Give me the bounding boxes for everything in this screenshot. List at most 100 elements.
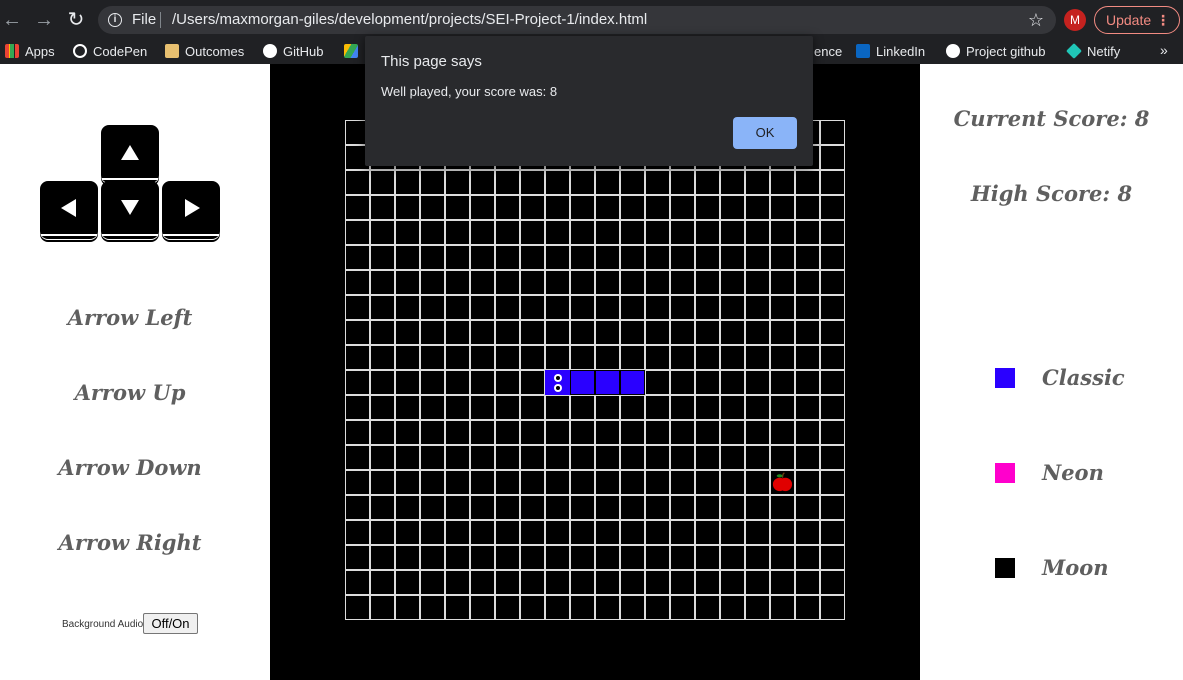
grid-cell: [695, 595, 720, 620]
bookmark-github[interactable]: GitHub: [263, 44, 323, 60]
grid-cell: [470, 520, 495, 545]
grid-cell: [370, 595, 395, 620]
grid-cell: [720, 170, 745, 195]
grid-cell: [720, 470, 745, 495]
theme-classic-label[interactable]: Classic: [1042, 365, 1125, 390]
theme-swatch-moon[interactable]: [995, 558, 1015, 578]
grid-cell: [820, 595, 845, 620]
grid-cell: [545, 345, 570, 370]
audio-toggle-button[interactable]: Off/On: [143, 613, 198, 634]
grid-cell: [695, 220, 720, 245]
grid-cell: [695, 320, 720, 345]
theme-swatch-classic[interactable]: [995, 368, 1015, 388]
grid-cell: [620, 320, 645, 345]
grid-cell: [445, 295, 470, 320]
info-icon[interactable]: i: [108, 13, 122, 27]
forward-button[interactable]: →: [32, 8, 56, 32]
grid-cell: [345, 445, 370, 470]
google-drive-icon: [344, 44, 358, 58]
grid-cell: [595, 470, 620, 495]
bookmark-apps[interactable]: Apps: [5, 44, 55, 60]
grid-cell: [620, 545, 645, 570]
grid-cell: [470, 345, 495, 370]
grid-cell: [420, 595, 445, 620]
grid-cell: [745, 420, 770, 445]
theme-swatch-neon[interactable]: [995, 463, 1015, 483]
grid-cell: [620, 195, 645, 220]
grid-cell: [595, 220, 620, 245]
grid-cell: [795, 295, 820, 320]
grid-cell: [770, 370, 795, 395]
bookmark-project-github[interactable]: Project github: [946, 44, 1046, 60]
grid-cell: [370, 520, 395, 545]
grid-cell: [520, 245, 545, 270]
grid-cell: [795, 220, 820, 245]
reload-button[interactable]: ↻: [64, 8, 88, 32]
grid-cell: [395, 545, 420, 570]
grid-cell: [745, 195, 770, 220]
bookmark-star-icon[interactable]: ☆: [1028, 6, 1044, 34]
grid-cell: [620, 345, 645, 370]
grid-cell: [520, 495, 545, 520]
theme-moon-label[interactable]: Moon: [1042, 555, 1109, 580]
grid-cell: [395, 445, 420, 470]
back-button[interactable]: ←: [0, 8, 24, 32]
arrow-left-key-icon: [40, 181, 98, 236]
grid-cell: [720, 295, 745, 320]
grid-cell: [695, 345, 720, 370]
arrow-up-key-icon: [101, 125, 159, 180]
github-icon: [946, 44, 960, 58]
grid-cell: [420, 420, 445, 445]
url-text[interactable]: /Users/maxmorgan-giles/development/proje…: [172, 6, 647, 34]
bookmark-outcomes[interactable]: Outcomes: [165, 44, 244, 60]
grid-cell: [795, 245, 820, 270]
address-bar[interactable]: i File /Users/maxmorgan-giles/developmen…: [98, 6, 1056, 34]
grid-cell: [670, 345, 695, 370]
more-bookmarks-icon[interactable]: »: [1160, 42, 1168, 58]
grid-cell: [695, 295, 720, 320]
update-button[interactable]: Update ⋮: [1094, 6, 1180, 34]
grid-cell: [520, 220, 545, 245]
grid-cell: [520, 395, 545, 420]
grid-cell: [370, 270, 395, 295]
grid-cell: [445, 420, 470, 445]
netlify-icon: [1066, 43, 1082, 59]
grid-cell: [445, 445, 470, 470]
bookmark-drive[interactable]: [344, 44, 364, 60]
grid-cell: [595, 545, 620, 570]
grid-cell: [520, 370, 545, 395]
grid-cell: [445, 595, 470, 620]
grid-cell: [420, 270, 445, 295]
grid-cell: [745, 495, 770, 520]
grid-cell: [570, 495, 595, 520]
bookmark-confluence[interactable]: ence: [814, 44, 842, 60]
grid-cell: [420, 370, 445, 395]
grid-cell: [495, 345, 520, 370]
bookmark-netify[interactable]: Netify: [1066, 43, 1120, 60]
bookmark-linkedin[interactable]: LinkedIn: [856, 44, 925, 60]
grid-cell: [695, 520, 720, 545]
grid-cell: [720, 570, 745, 595]
grid-cell: [820, 120, 845, 145]
bookmark-codepen[interactable]: CodePen: [73, 44, 147, 60]
grid-cell: [545, 245, 570, 270]
grid-cell: [370, 420, 395, 445]
more-menu-icon[interactable]: ⋮: [1156, 7, 1170, 33]
grid-cell: [770, 595, 795, 620]
theme-neon-label[interactable]: Neon: [1042, 460, 1104, 485]
grid-cell: [345, 570, 370, 595]
grid-cell: [345, 195, 370, 220]
grid-cell: [795, 345, 820, 370]
dialog-ok-button[interactable]: OK: [733, 117, 797, 149]
profile-avatar[interactable]: M: [1064, 9, 1086, 31]
grid-cell: [570, 195, 595, 220]
grid-cell: [345, 395, 370, 420]
grid-cell: [820, 570, 845, 595]
grid-cell: [345, 170, 370, 195]
grid-cell: [370, 445, 395, 470]
snake-eye-icon: [554, 374, 562, 382]
grid-cell: [645, 595, 670, 620]
grid-cell: [820, 145, 845, 170]
grid-cell: [770, 270, 795, 295]
grid-cell: [720, 245, 745, 270]
